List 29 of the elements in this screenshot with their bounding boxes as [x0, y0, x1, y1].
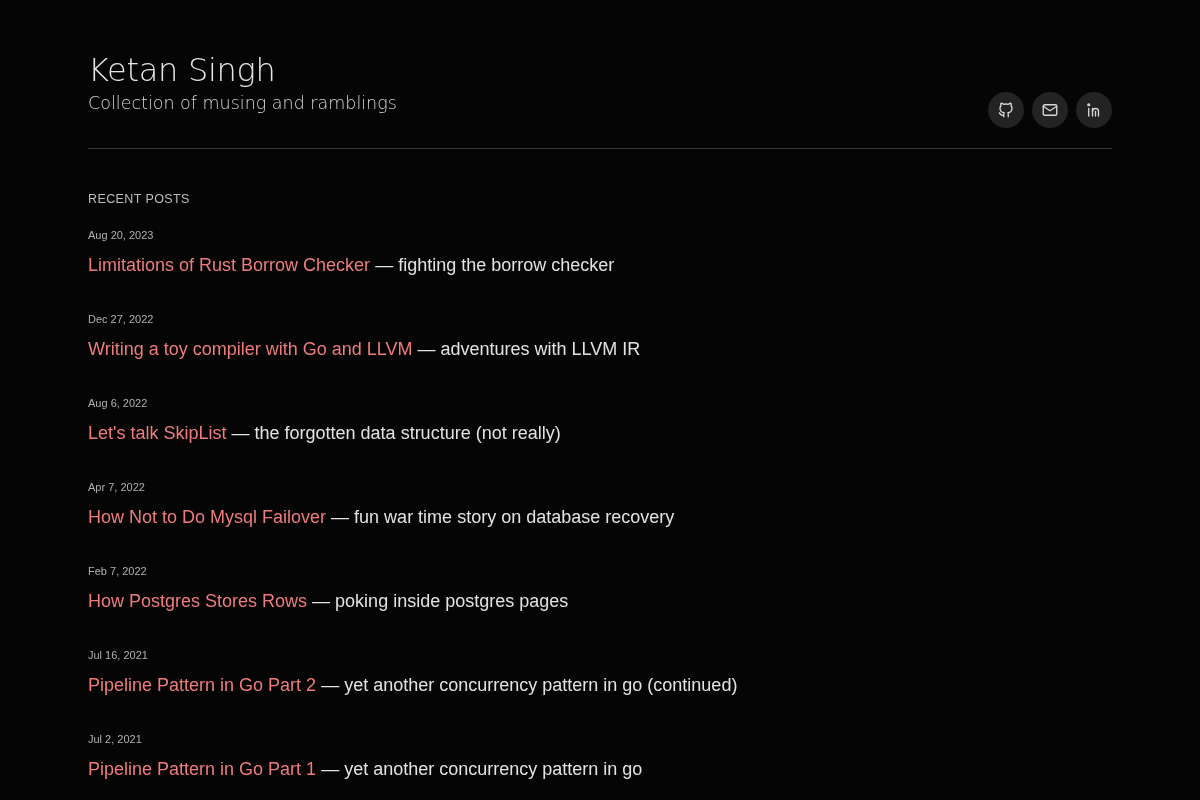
post-title-link[interactable]: How Postgres Stores Rows — [88, 591, 308, 611]
post-date: Jul 2, 2021 — [88, 732, 142, 746]
linkedin-link-button[interactable] — [1076, 92, 1112, 128]
mail-link-button[interactable] — [1032, 92, 1068, 128]
post-title-link[interactable]: Writing a toy compiler with Go and LLVM — [88, 339, 413, 359]
site-title: Ketan Singh — [88, 50, 276, 91]
post-date: Aug 6, 2022 — [88, 396, 148, 410]
post-date: Jul 16, 2021 — [88, 648, 148, 662]
post-date: Feb 7, 2022 — [88, 564, 147, 578]
post-title-link[interactable]: Pipeline Pattern in Go Part 2 — [88, 675, 317, 695]
site-subtitle: Collection of musing and ramblings — [88, 92, 397, 115]
post-title-link[interactable]: Let's talk SkipList — [88, 423, 227, 443]
post-date: Apr 7, 2022 — [88, 480, 145, 494]
github-icon — [997, 101, 1015, 119]
post-date: Dec 27, 2022 — [88, 312, 154, 326]
post-description: — the forgotten data structure (not really) — [231, 423, 561, 443]
post-description: — fun war time story on database recovery — [331, 507, 675, 527]
mail-icon — [1041, 101, 1059, 119]
post-title-link[interactable]: Pipeline Pattern in Go Part 1 — [88, 759, 317, 779]
post-description: — fighting the borrow checker — [375, 255, 615, 275]
post-title-link[interactable]: Limitations of Rust Borrow Checker — [88, 255, 371, 275]
post-description: — poking inside postgres pages — [312, 591, 569, 611]
post-description: — adventures with LLVM IR — [417, 339, 641, 359]
post-description: — yet another concurrency pattern in go — [321, 759, 643, 779]
post-description: — yet another concurrency pattern in go (continued) — [321, 675, 738, 695]
post-date: Aug 20, 2023 — [88, 228, 154, 242]
post-title-link[interactable]: How Not to Do Mysql Failover — [88, 507, 327, 527]
github-link-button[interactable] — [988, 92, 1024, 128]
section-heading: RECENT POSTS — [88, 191, 190, 207]
